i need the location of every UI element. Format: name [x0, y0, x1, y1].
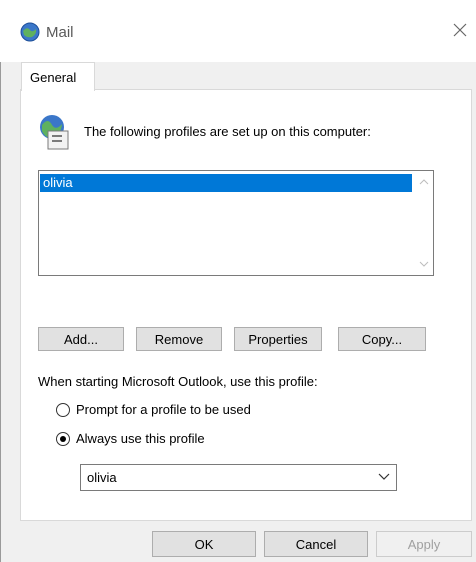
prompt-profile-option[interactable]: Prompt for a profile to be used — [56, 402, 251, 417]
ok-button[interactable]: OK — [152, 531, 256, 557]
chevron-up-icon[interactable] — [415, 173, 433, 191]
properties-button[interactable]: Properties — [234, 327, 322, 351]
profiles-label: The following profiles are set up on thi… — [84, 124, 371, 139]
chevron-down-icon[interactable] — [415, 255, 433, 273]
close-icon[interactable] — [448, 18, 472, 42]
profiles-listbox[interactable]: olivia — [38, 170, 434, 276]
window-title: Mail — [46, 24, 74, 41]
profile-select[interactable]: olivia — [80, 464, 397, 491]
remove-button[interactable]: Remove — [136, 327, 222, 351]
general-panel — [20, 89, 472, 521]
copy-button[interactable]: Copy... — [338, 327, 426, 351]
apply-button[interactable]: Apply — [376, 531, 472, 557]
cancel-button[interactable]: Cancel — [264, 531, 368, 557]
add-button[interactable]: Add... — [38, 327, 124, 351]
list-item-profile[interactable]: olivia — [40, 174, 412, 192]
list-item-label: olivia — [43, 175, 73, 190]
always-profile-option[interactable]: Always use this profile — [56, 431, 205, 446]
tab-general[interactable]: General — [21, 62, 95, 91]
listbox-scrollbar[interactable] — [415, 171, 433, 275]
window-left-border — [0, 0, 1, 562]
mail-globe-icon — [20, 22, 40, 42]
profile-select-value: olivia — [87, 470, 117, 485]
chevron-down-icon — [378, 473, 390, 480]
tab-general-label: General — [30, 70, 77, 85]
mail-profile-icon — [40, 115, 69, 150]
always-option-label: Always use this profile — [76, 431, 205, 446]
always-radio[interactable] — [56, 431, 70, 446]
prompt-radio[interactable] — [56, 402, 70, 417]
title-bar: Mail — [0, 0, 476, 62]
prompt-option-label: Prompt for a profile to be used — [76, 402, 251, 417]
startup-label: When starting Microsoft Outlook, use thi… — [38, 374, 318, 389]
